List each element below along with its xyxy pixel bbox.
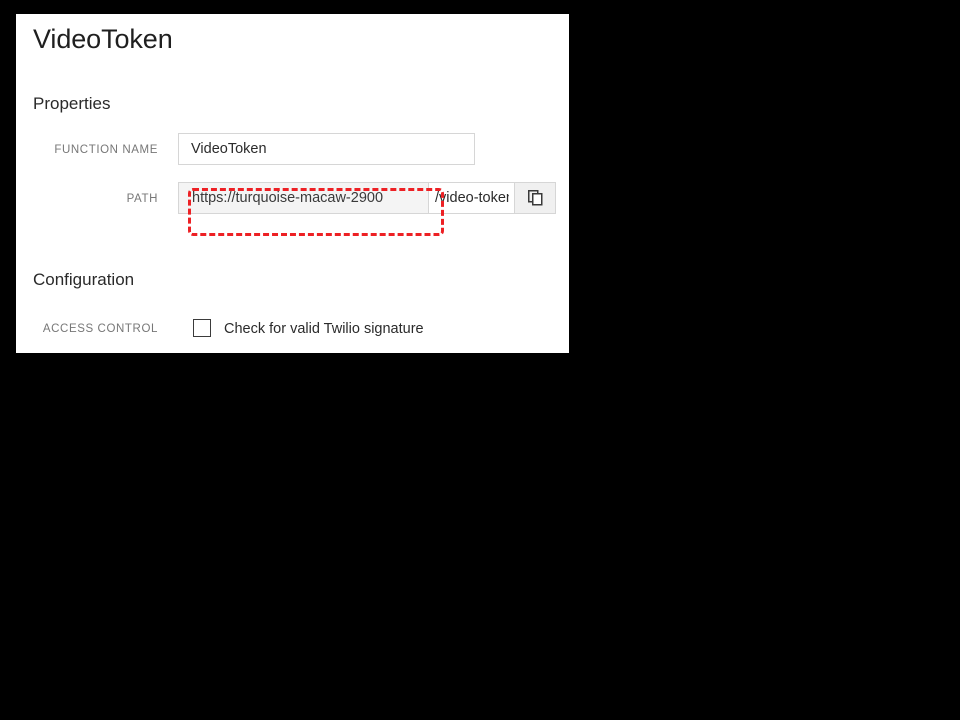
function-name-row: FUNCTION NAME [16,133,569,167]
path-prefix-text: https://turquoise-macaw-2900 [178,182,428,214]
copy-icon [527,190,543,206]
access-control-row: ACCESS CONTROL Check for valid Twilio si… [16,312,569,346]
function-name-label: FUNCTION NAME [54,144,158,156]
access-control-label: ACCESS CONTROL [42,323,158,335]
properties-section-heading: Properties [33,94,111,113]
function-name-input[interactable] [178,133,475,165]
path-label: PATH [126,193,158,205]
path-row: PATH https://turquoise-macaw-2900 [16,182,569,216]
path-input-group: https://turquoise-macaw-2900 [178,182,556,214]
twilio-signature-checkbox[interactable] [193,319,211,337]
twilio-signature-checkbox-label[interactable]: Check for valid Twilio signature [224,312,424,346]
configuration-section-heading: Configuration [33,270,135,289]
page-title: VideoToken [33,24,173,54]
copy-path-button[interactable] [515,182,556,214]
function-settings-panel: VideoToken Properties FUNCTION NAME PATH… [16,14,569,353]
path-suffix-input[interactable] [428,182,515,214]
